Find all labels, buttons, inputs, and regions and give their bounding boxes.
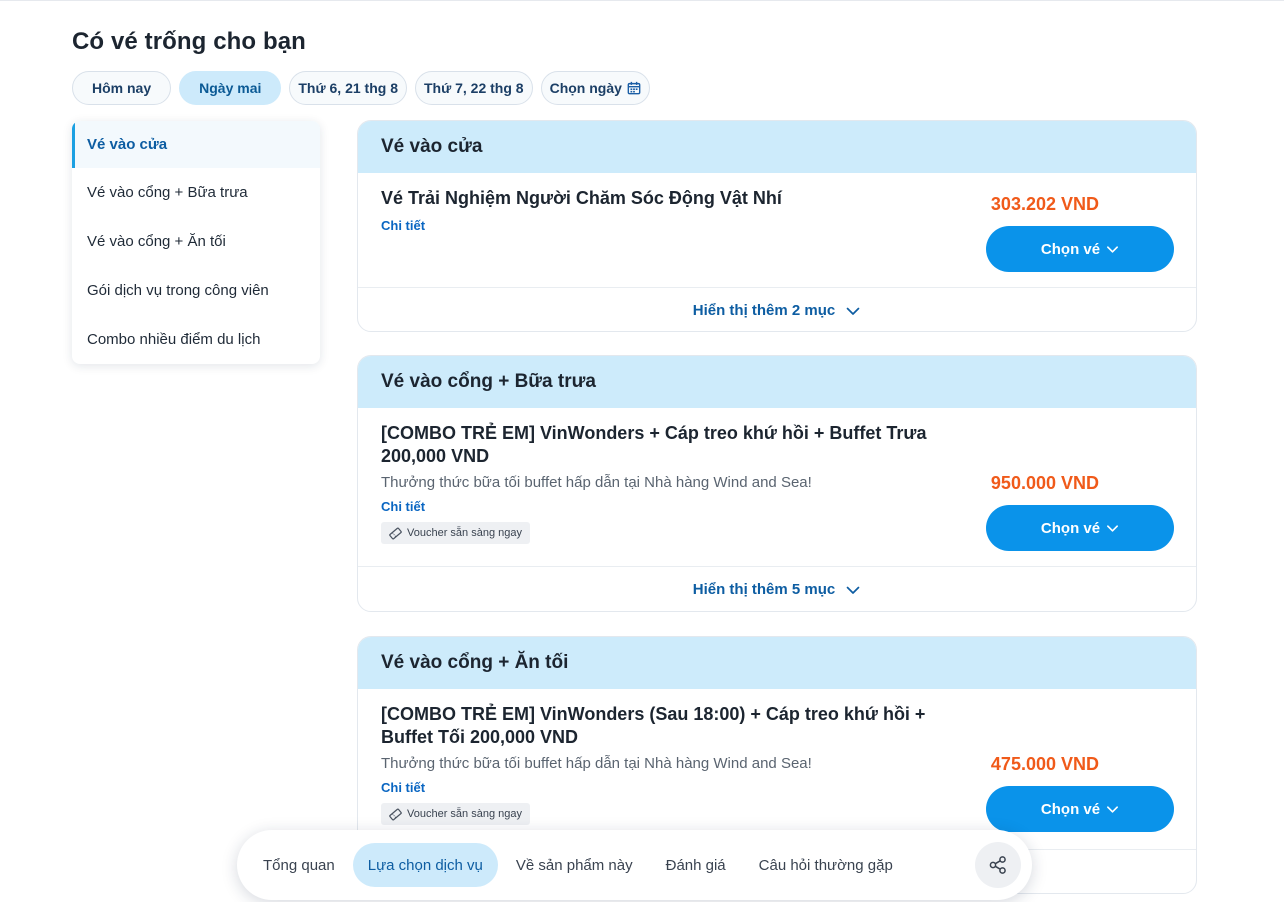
select-ticket-label: Chọn vé [1040,519,1101,537]
share-icon [989,856,1006,874]
sidebar-item-entrance-dinner[interactable]: Vé vào cổng + Ăn tối [72,217,320,266]
sidebar-item-multi-destination-combo[interactable]: Combo nhiều điểm du lịch [72,315,320,364]
sidebar-item-entrance-ticket[interactable]: Vé vào cửa [72,121,320,168]
ticket-price: 475.000 VND [990,754,1099,774]
date-chip-label: Hôm nay [92,80,152,96]
select-ticket-label: Chọn vé [1040,800,1101,818]
calendar-icon [627,81,641,95]
voucher-badge: Voucher sẵn sàng ngay [381,803,530,825]
ticket-price: 303.202 VND [990,194,1099,214]
show-more-label: Hiển thị thêm 2 mục [692,302,836,319]
date-chip-label: Ngày mai [199,80,262,96]
show-more-button[interactable]: Hiển thị thêm 5 mục [358,566,1196,611]
date-chip-fri[interactable]: Thứ 6, 21 thg 8 [289,71,407,105]
sidebar-item-entrance-lunch[interactable]: Vé vào cổng + Bữa trưa [72,168,320,217]
ticket-icon [389,808,402,820]
ticket-name: [COMBO TRẺ EM] VinWonders + Cáp treo khứ… [381,423,927,466]
nav-tab-faq[interactable]: Câu hỏi thường gặp [744,843,908,887]
date-chip-label: Thứ 6, 21 thg 8 [298,80,398,96]
show-more-label: Hiển thị thêm 5 mục [692,581,836,598]
voucher-label: Voucher sẵn sàng ngay [407,808,522,820]
ticket-section-entrance-lunch: Vé vào cổng + Bữa trưa [COMBO TRẺ EM] Vi… [357,355,1197,612]
ticket-item: [COMBO TRẺ EM] VinWonders (Sau 18:00) + … [358,689,1196,849]
date-selector: Hôm nay Ngày mai Thứ 6, 21 thg 8 Thứ 7, … [72,71,650,105]
nav-tab-about-product[interactable]: Về sản phẩm này [501,843,648,887]
date-chip-today[interactable]: Hôm nay [72,71,172,105]
page-title: Có vé trống cho bạn [72,28,306,55]
chevron-down-icon [846,307,860,315]
ticket-icon [389,527,402,539]
section-title: Vé vào cửa [358,121,1196,173]
top-divider [0,0,1284,1]
select-ticket-label: Chọn vé [1040,240,1101,258]
chevron-down-icon [1107,524,1119,532]
section-title: Vé vào cổng + Bữa trưa [358,356,1196,408]
select-ticket-button[interactable]: Chọn vé [986,226,1174,272]
bottom-nav-bar: Tổng quan Lựa chọn dịch vụ Về sản phẩm n… [237,830,1032,900]
voucher-label: Voucher sẵn sàng ngay [407,527,522,539]
chevron-down-icon [846,586,860,594]
date-chip-pick-date[interactable]: Chọn ngày [540,71,650,105]
chevron-down-icon [1107,805,1119,813]
voucher-badge: Voucher sẵn sàng ngay [381,522,530,544]
share-button[interactable] [975,842,1021,888]
ticket-name: [COMBO TRẺ EM] VinWonders (Sau 18:00) + … [381,704,926,747]
date-chip-sat[interactable]: Thứ 7, 22 thg 8 [414,71,533,105]
date-chip-label: Chọn ngày [549,80,622,96]
date-chip-tomorrow[interactable]: Ngày mai [179,71,282,105]
category-sidebar: Vé vào cửa Vé vào cổng + Bữa trưa Vé vào… [72,121,320,364]
ticket-name: Vé Trải Nghiệm Người Chăm Sóc Động Vật N… [381,188,782,208]
ticket-price: 950.000 VND [990,473,1099,493]
sidebar-item-park-services[interactable]: Gói dịch vụ trong công viên [72,266,320,315]
select-ticket-button[interactable]: Chọn vé [986,786,1174,832]
select-ticket-button[interactable]: Chọn vé [986,505,1174,551]
ticket-item: Vé Trải Nghiệm Người Chăm Sóc Động Vật N… [358,173,1196,287]
show-more-button[interactable]: Hiển thị thêm 2 mục [358,287,1196,331]
ticket-item: [COMBO TRẺ EM] VinWonders + Cáp treo khứ… [358,408,1196,566]
nav-tab-overview[interactable]: Tổng quan [248,843,350,887]
ticket-section-entrance: Vé vào cửa Vé Trải Nghiệm Người Chăm Sóc… [357,120,1197,332]
nav-tab-reviews[interactable]: Đánh giá [651,843,741,887]
nav-tab-service-options[interactable]: Lựa chọn dịch vụ [352,843,498,887]
section-title: Vé vào cổng + Ăn tối [358,637,1196,689]
date-chip-label: Thứ 7, 22 thg 8 [423,80,524,96]
chevron-down-icon [1107,245,1119,253]
